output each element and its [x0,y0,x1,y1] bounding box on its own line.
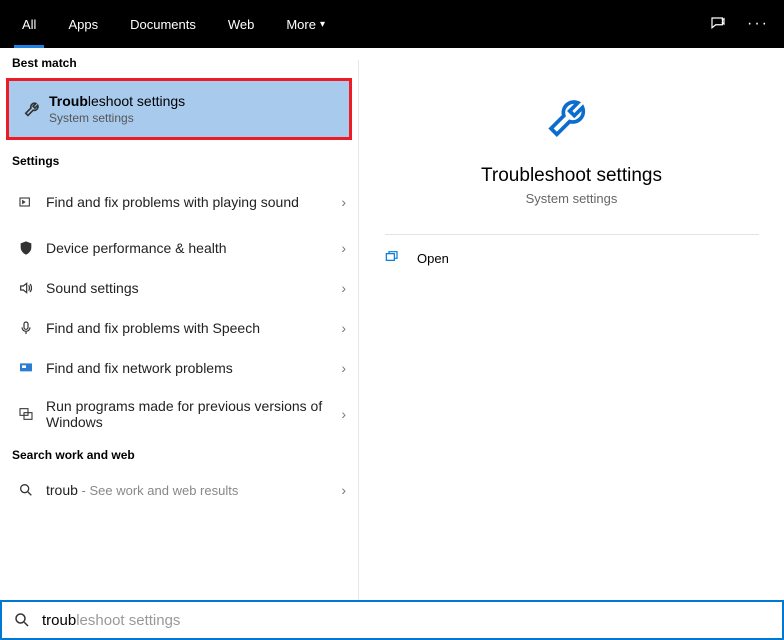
section-search-web: Search work and web [0,440,358,470]
shield-icon [12,240,40,256]
settings-item-compat[interactable]: Run programs made for previous versions … [0,388,358,440]
preview-subtitle: System settings [526,191,618,206]
tab-documents[interactable]: Documents [114,0,212,48]
search-icon [12,482,40,498]
settings-item-label: Device performance & health [40,240,341,256]
tab-apps[interactable]: Apps [52,0,114,48]
best-match-result[interactable]: Troubleshoot settings System settings [6,78,352,140]
tab-more[interactable]: More▾ [270,0,341,48]
chevron-right-icon: › [341,320,346,336]
compat-icon [12,406,40,422]
settings-item-network[interactable]: Find and fix network problems › [0,348,358,388]
settings-item-label: Find and fix problems with playing sound [40,194,341,210]
search-icon [2,611,42,629]
settings-item-sound[interactable]: Sound settings › [0,268,358,308]
settings-item-speech[interactable]: Find and fix problems with Speech › [0,308,358,348]
preview-title: Troubleshoot settings [481,165,662,187]
wrench-icon [19,98,49,120]
feedback-icon[interactable] [698,0,738,48]
wrench-icon [544,90,600,151]
best-match-title-bold: Troub [49,93,88,109]
preview-panel: Troubleshoot settings System settings Op… [358,60,784,600]
microphone-icon [12,320,40,336]
section-best-match: Best match [0,48,358,78]
ellipsis-icon[interactable]: ··· [738,0,778,48]
chevron-right-icon: › [341,240,346,256]
results-panel: Best match Troubleshoot settings System … [0,48,358,600]
tab-all[interactable]: All [6,0,52,48]
search-input[interactable]: troubleshoot settings [42,612,782,629]
best-match-title-rest: leshoot settings [88,93,185,109]
caret-down-icon: ▾ [320,19,325,30]
web-search-item[interactable]: troub - See work and web results › [0,470,358,510]
top-tabs: All Apps Documents Web More▾ ··· [0,0,784,48]
settings-item-device-health[interactable]: Device performance & health › [0,228,358,268]
chevron-right-icon: › [341,280,346,296]
section-settings: Settings [0,146,358,176]
chevron-right-icon: › [341,360,346,376]
tab-web[interactable]: Web [212,0,271,48]
sound-fix-icon [12,194,40,210]
settings-item-label: Find and fix problems with Speech [40,320,341,336]
settings-item-label: Run programs made for previous versions … [40,398,341,430]
search-bar[interactable]: troubleshoot settings [0,600,784,640]
settings-item-label: Find and fix network problems [40,360,341,376]
open-action[interactable]: Open [359,235,784,282]
web-item-label: troub - See work and web results [40,482,341,498]
speaker-icon [12,280,40,296]
network-icon [12,360,40,376]
settings-item-playing-sound[interactable]: Find and fix problems with playing sound… [0,176,358,228]
open-icon [383,249,405,268]
chevron-right-icon: › [341,482,346,498]
best-match-subtitle: System settings [49,111,185,125]
chevron-right-icon: › [341,194,346,210]
open-label: Open [417,251,449,266]
settings-item-label: Sound settings [40,280,341,296]
chevron-right-icon: › [341,406,346,422]
